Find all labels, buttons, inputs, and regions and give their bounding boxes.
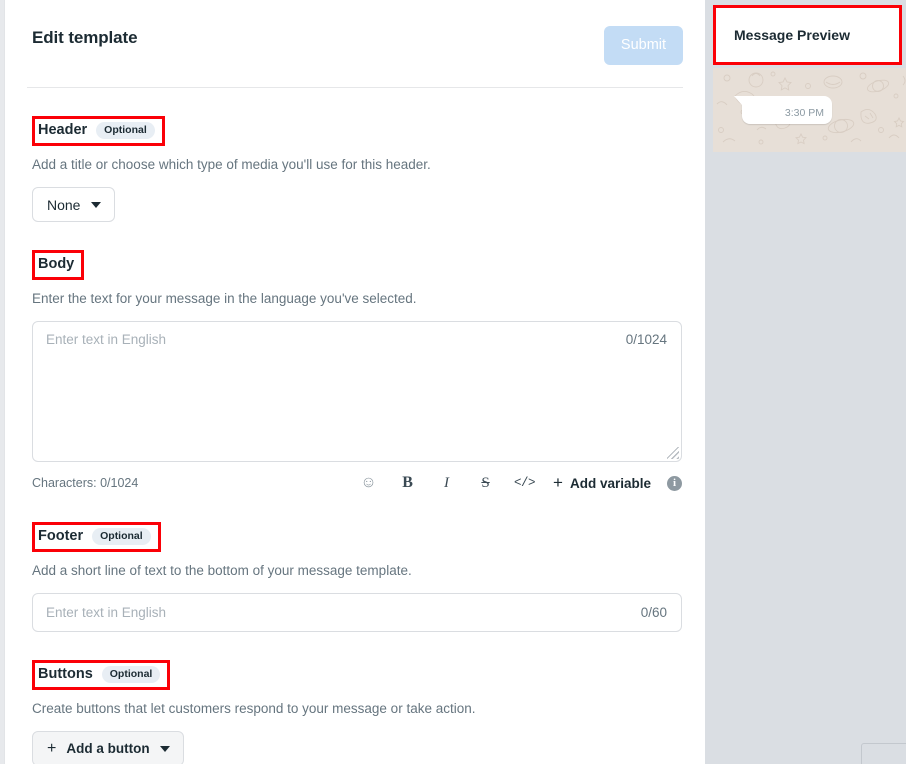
body-section-title: Body [38,256,75,272]
header-type-select-value: None [47,196,81,213]
resize-handle-icon[interactable] [667,447,679,459]
body-heading-annotation: Body [32,250,85,280]
add-variable-label: Add variable [569,475,651,491]
footer-heading-annotation: Footer Optional [32,522,161,552]
section-footer: Footer Optional Add a short line of text… [27,494,683,632]
message-preview-header-annotation: Message Preview [713,5,902,65]
footer-section-title: Footer [38,528,84,544]
page-title: Edit template [32,28,138,47]
header-description: Add a title or choose which type of medi… [32,157,431,172]
header-section-title: Header [38,122,88,138]
add-a-button-label: Add a button [66,741,150,756]
header-type-select[interactable]: None [32,187,116,222]
body-character-counter: 0/1024 [625,332,667,347]
editor-header: Edit template Submit [27,0,683,65]
footer-input[interactable]: Enter text in English 0/60 [32,593,682,632]
body-description: Enter the text for your message in the l… [32,291,417,306]
header-optional-badge: Optional [96,122,155,139]
footer-heading: Footer Optional [32,522,161,552]
buttons-optional-badge: Optional [101,666,161,683]
message-preview-panel: Message Preview 3:30 PM [705,0,906,764]
section-header: Header Optional Add a title or choose wh… [27,88,683,222]
plus-icon: + [47,739,57,757]
edit-template-panel: Edit template Submit Header Optional Add… [5,0,705,764]
buttons-heading-annotation: Buttons Optional [32,660,171,690]
app-root: Edit template Submit Header Optional Add… [0,0,906,764]
add-a-button-dropdown[interactable]: + Add a button [32,731,184,764]
buttons-section-title: Buttons [38,666,93,682]
body-textarea[interactable]: Enter text in English 0/1024 [32,321,682,462]
plus-icon: + [553,473,563,492]
footer-input-placeholder: Enter text in English [46,605,167,620]
body-textarea-placeholder: Enter text in English [46,332,167,347]
message-bubble: 3:30 PM [734,96,832,124]
buttons-heading: Buttons Optional [32,660,171,690]
message-preview-title: Message Preview [734,27,850,43]
message-timestamp: 3:30 PM [784,107,824,119]
italic-button[interactable]: I [427,473,466,493]
bold-button[interactable]: B [388,473,427,493]
emoji-icon[interactable]: ☺ [349,473,388,493]
bottom-right-corner-box [861,743,906,764]
submit-button[interactable]: Submit [604,26,683,65]
header-heading: Header Optional [32,116,165,146]
body-characters-label: Characters: 0/1024 [32,476,139,490]
footer-character-counter: 0/60 [640,605,667,620]
format-buttons-group: ☺ B I S </> [349,473,544,493]
footer-optional-badge: Optional [92,528,151,545]
chevron-down-icon [159,745,170,752]
chevron-down-icon [91,201,102,208]
code-button[interactable]: </> [505,473,544,493]
chat-preview-area: 3:30 PM [713,68,906,152]
section-buttons: Buttons Optional Create buttons that let… [27,632,683,764]
buttons-description: Create buttons that let customers respon… [32,701,476,716]
footer-description: Add a short line of text to the bottom o… [32,563,412,578]
header-heading-annotation: Header Optional [32,116,165,146]
add-variable-button[interactable]: + Add variable [553,473,651,492]
body-toolbar: Characters: 0/1024 ☺ B I S </> + Add var… [32,472,682,494]
body-heading: Body [32,250,85,280]
info-icon[interactable]: i [667,475,682,491]
strikethrough-button[interactable]: S [466,473,505,493]
section-body: Body Enter the text for your message in … [27,222,683,494]
